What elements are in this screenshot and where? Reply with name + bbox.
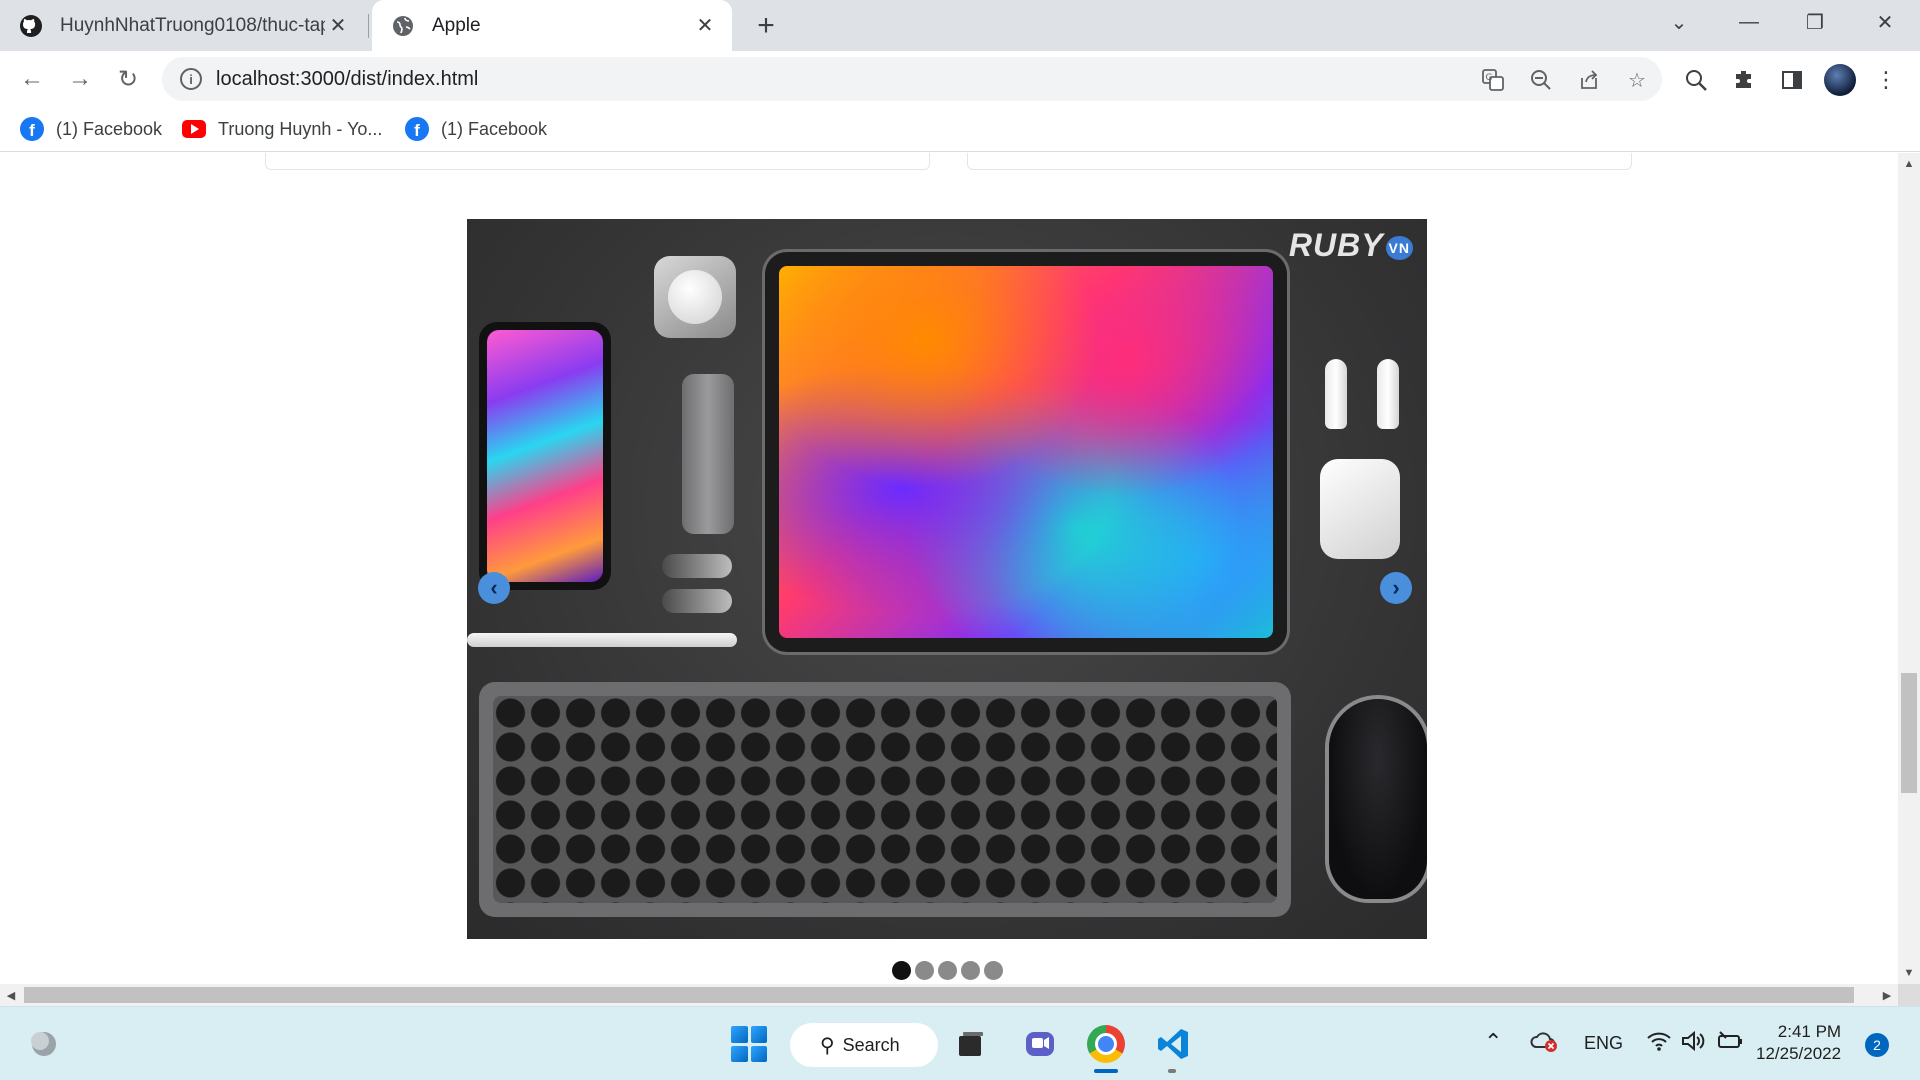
translate-icon[interactable]: G [1480, 67, 1506, 93]
scroll-down-icon[interactable]: ▼ [1898, 962, 1920, 984]
share-icon[interactable] [1576, 67, 1602, 93]
restore-icon[interactable]: ❐ [1784, 0, 1846, 44]
back-icon[interactable]: ← [14, 61, 50, 97]
bookmark-label: (1) Facebook [441, 118, 548, 139]
wifi-icon[interactable] [1646, 1029, 1672, 1058]
browser-toolbar: ← → ↻ i localhost:3000/dist/index.html G… [0, 51, 1920, 106]
keyboard-image [479, 682, 1291, 917]
scrollbar-corner [1898, 984, 1920, 1006]
slider-dot[interactable] [961, 961, 980, 980]
teams-chat-icon[interactable] [1017, 1021, 1063, 1067]
close-tab-icon[interactable]: ✕ [325, 13, 351, 39]
image-slider[interactable]: RUBY VN ‹ › [467, 219, 1427, 939]
tab-search-icon[interactable]: ⌄ [1648, 0, 1710, 44]
airpod-image [1325, 359, 1347, 429]
volume-icon[interactable] [1680, 1029, 1706, 1058]
scroll-left-icon[interactable]: ◀ [0, 984, 22, 1006]
mouse-image [1329, 699, 1427, 899]
usb-drive-image [662, 554, 732, 578]
clock-date: 12/25/2022 [1756, 1044, 1842, 1063]
tab-apple[interactable]: Apple ✕ [372, 0, 732, 51]
start-button[interactable] [726, 1021, 772, 1067]
close-window-icon[interactable]: ✕ [1854, 0, 1916, 44]
slider-dot[interactable] [984, 961, 1003, 980]
onedrive-error-icon[interactable] [1530, 1029, 1558, 1058]
vscode-icon[interactable] [1150, 1021, 1196, 1067]
facebook-icon: f [405, 117, 429, 141]
notification-badge[interactable]: 2 [1865, 1033, 1889, 1057]
new-tab-icon[interactable]: + [748, 8, 784, 44]
taskbar-search[interactable]: ⚲ Search [790, 1023, 938, 1067]
apple-pencil-image [467, 633, 737, 647]
usb-drive-image [662, 589, 732, 613]
show-hidden-icons-icon[interactable]: ⌃ [1484, 1029, 1502, 1055]
more-menu-icon[interactable]: ⋮ [1872, 66, 1900, 94]
zoom-search-icon[interactable] [1682, 66, 1710, 94]
bookmark-youtube[interactable]: Truong Huynh - Yo... [182, 115, 382, 143]
product-card[interactable] [967, 153, 1632, 170]
airpod-image [1377, 359, 1399, 429]
iphone-image [479, 322, 611, 590]
github-icon [18, 13, 44, 39]
usb-hub-image [682, 374, 734, 534]
horizontal-scroll-thumb[interactable] [24, 987, 1854, 1003]
language-indicator[interactable]: ENG [1584, 1033, 1623, 1054]
tab-strip: HuynhNhatTruong0108/thuc-tap ✕ Apple ✕ +… [0, 0, 1920, 51]
scroll-right-icon[interactable]: ▶ [1876, 984, 1898, 1006]
chrome-icon[interactable] [1083, 1021, 1129, 1067]
bookmark-facebook[interactable]: f (1) Facebook [20, 115, 162, 143]
search-icon: ⚲ [820, 1034, 835, 1057]
address-bar[interactable]: i localhost:3000/dist/index.html G ☆ [162, 57, 1662, 101]
system-clock[interactable]: 2:41 PM 12/25/2022 [1756, 1021, 1841, 1065]
bookmarks-bar: f (1) Facebook Truong Huynh - Yo... f (1… [0, 106, 1920, 152]
weather-icon[interactable] [20, 1021, 66, 1067]
battery-charging-icon[interactable] [1716, 1029, 1744, 1058]
ruby-watermark-logo: RUBY VN [1289, 227, 1413, 264]
horizontal-scrollbar[interactable]: ◀ ▶ [0, 984, 1898, 1006]
bookmark-star-icon[interactable]: ☆ [1624, 67, 1650, 93]
tab-github[interactable]: HuynhNhatTruong0108/thuc-tap ✕ [0, 0, 365, 51]
bookmark-facebook-2[interactable]: f (1) Facebook [405, 115, 547, 143]
windows-taskbar: ⚲ Search ⌃ ENG 2:41 PM 12/25/2022 2 [0, 1006, 1920, 1080]
forward-icon[interactable]: → [62, 61, 98, 97]
slider-dot[interactable] [892, 961, 911, 980]
site-info-icon[interactable]: i [180, 68, 202, 90]
vertical-scroll-thumb[interactable] [1901, 673, 1917, 793]
tab-title: Apple [432, 14, 481, 36]
airpods-case-image [1320, 459, 1400, 559]
minimize-icon[interactable]: — [1718, 0, 1780, 44]
youtube-icon [182, 117, 206, 141]
address-url: localhost:3000/dist/index.html [216, 67, 479, 90]
close-tab-icon[interactable]: ✕ [692, 13, 718, 39]
bookmark-label: (1) Facebook [56, 118, 163, 139]
search-label: Search [842, 1034, 900, 1055]
vertical-scrollbar[interactable]: ▲ ▼ [1898, 153, 1920, 984]
tab-title: HuynhNhatTruong0108/thuc-tap [60, 14, 325, 36]
svg-text:G: G [1486, 73, 1493, 83]
ipad-image [765, 252, 1287, 652]
zoom-out-icon[interactable] [1528, 67, 1554, 93]
side-panel-icon[interactable] [1778, 66, 1806, 94]
slider-dot[interactable] [938, 961, 957, 980]
chrome-active-indicator [1094, 1069, 1118, 1073]
tab-separator [368, 14, 369, 38]
facebook-icon: f [20, 117, 44, 141]
slider-dot[interactable] [915, 961, 934, 980]
vscode-running-indicator [1168, 1069, 1176, 1073]
globe-icon [390, 13, 416, 39]
task-view-icon[interactable] [948, 1021, 994, 1067]
scroll-up-icon[interactable]: ▲ [1898, 153, 1920, 175]
slider-next-button[interactable]: › [1380, 572, 1412, 604]
slider-pagination [892, 961, 1003, 980]
clock-time: 2:41 PM [1777, 1022, 1842, 1041]
page-viewport: RUBY VN ‹ › [0, 153, 1898, 984]
product-card[interactable] [265, 153, 930, 170]
bookmark-label: Truong Huynh - Yo... [218, 118, 383, 139]
extensions-icon[interactable] [1730, 66, 1758, 94]
slider-prev-button[interactable]: ‹ [478, 572, 510, 604]
reload-icon[interactable]: ↻ [110, 61, 146, 97]
charger-image [654, 256, 736, 338]
profile-avatar[interactable] [1824, 64, 1856, 96]
